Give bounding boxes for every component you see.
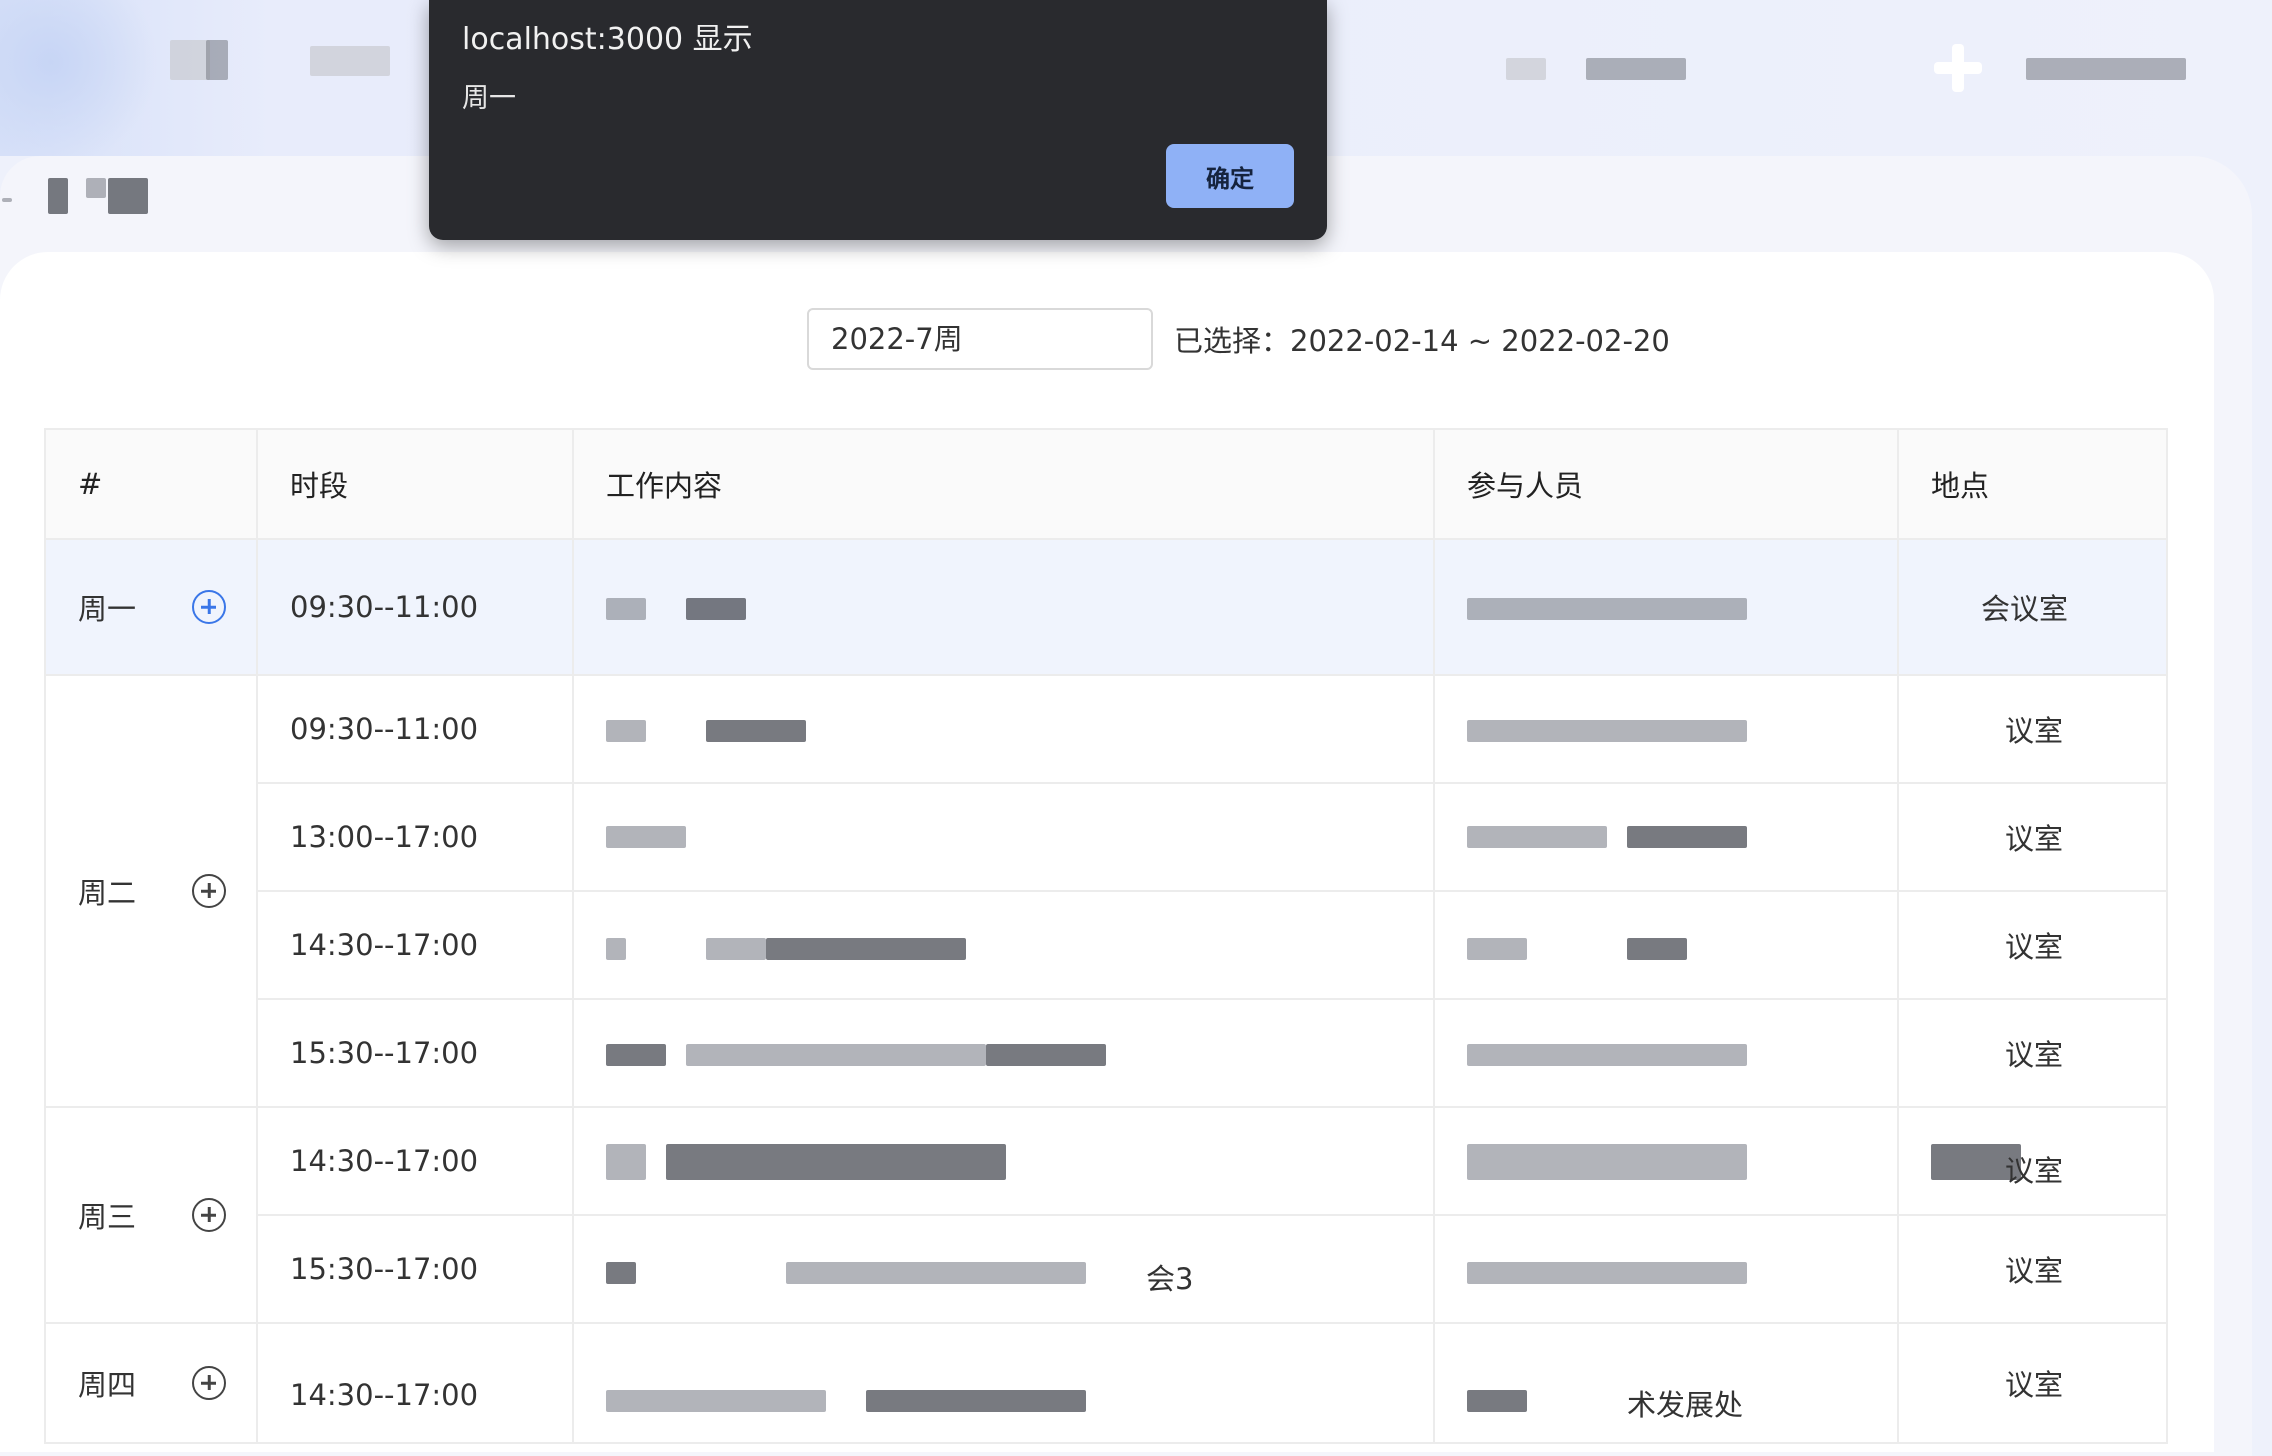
week-picker-input[interactable]: 2022-7周 <box>807 308 1153 370</box>
content-cell <box>572 998 1435 1108</box>
add-circle-icon[interactable] <box>192 1198 226 1232</box>
table-row[interactable]: 15:30--17:00 议室 <box>45 998 2168 1108</box>
location-text: 议室 <box>2005 1368 2064 1402</box>
column-header-content: 工作内容 <box>572 428 1435 540</box>
table-row[interactable]: 周三 14:30--17:00 议室 <box>44 1106 2168 1324</box>
logo-blur <box>170 40 210 80</box>
time-cell: 13:00--17:00 <box>256 782 574 892</box>
day-cell-tue: 周二 <box>44 674 258 1108</box>
table-header-row: # 时段 工作内容 参与人员 地点 <box>44 428 2168 540</box>
content-text: 会3 <box>1146 1262 1194 1296</box>
user-name-blur[interactable] <box>2026 58 2186 80</box>
content-cell: 会3 <box>572 1214 1435 1324</box>
location-text: 议室 <box>2005 930 2064 964</box>
location-text: 议室 <box>2005 822 2064 856</box>
content-cell <box>572 674 1435 784</box>
location-cell: 议室 <box>1897 998 2168 1108</box>
participants-cell <box>1433 998 1899 1108</box>
table-row[interactable]: 周一 09:30--11:00 会议室 <box>44 538 2168 676</box>
day-label: 周二 <box>78 876 137 910</box>
day-label: 周四 <box>78 1368 137 1402</box>
time-cell: 15:30--17:00 <box>256 998 574 1108</box>
header-decoration <box>0 0 170 156</box>
column-header-time: 时段 <box>256 428 574 540</box>
participants-text: 术发展处 <box>1627 1388 1744 1422</box>
ok-button[interactable]: 确定 <box>1166 144 1294 208</box>
schedule-table: # 时段 工作内容 参与人员 地点 周一 09:30--11:00 会议室 周二… <box>44 428 2168 1444</box>
location-text: 议室 <box>2005 1254 2064 1288</box>
location-text: 会议室 <box>1981 592 2069 626</box>
alert-dialog: localhost:3000 显示 周一 确定 <box>429 0 1327 240</box>
nav-blur <box>1506 58 1546 80</box>
dialog-message: 周一 <box>462 83 516 114</box>
add-circle-icon[interactable] <box>192 590 226 624</box>
time-cell: 14:30--17:00 <box>256 1322 574 1444</box>
table-row[interactable]: 15:30--17:00 会3 议室 <box>45 1214 2168 1324</box>
content-cell <box>572 890 1435 1000</box>
content-cell <box>572 782 1435 892</box>
location-cell: 议室 <box>1897 1322 2168 1444</box>
participants-cell <box>1433 782 1899 892</box>
participants-cell <box>1433 674 1899 784</box>
day-label: 周三 <box>78 1200 137 1234</box>
table-row[interactable]: 14:30--17:00 议室 <box>45 890 2168 1000</box>
location-cell: 议室 <box>1897 674 2168 784</box>
location-cell: 议室 <box>1897 1106 2168 1216</box>
content-cell <box>572 538 1435 676</box>
location-cell: 议室 <box>1897 890 2168 1000</box>
dialog-title: localhost:3000 显示 <box>462 22 753 57</box>
location-text: 议室 <box>2005 1038 2064 1072</box>
location-cell: 议室 <box>1897 1214 2168 1324</box>
day-label: 周一 <box>78 592 137 626</box>
selected-range-text: 已选择：2022-02-14 ~ 2022-02-20 <box>1174 324 1670 358</box>
nav-blur <box>1586 58 1686 80</box>
location-cell: 议室 <box>1897 782 2168 892</box>
column-header-location: 地点 <box>1897 428 2168 540</box>
day-cell-mon: 周一 <box>44 538 258 676</box>
participants-cell <box>1433 890 1899 1000</box>
location-text: 议室 <box>2005 1154 2064 1188</box>
table-row[interactable]: 周二 09:30--11:00 议室 <box>44 674 2168 1108</box>
time-cell: 09:30--11:00 <box>256 674 574 784</box>
participants-cell <box>1433 1106 1899 1216</box>
participants-cell <box>1433 538 1899 676</box>
participants-cell <box>1433 1214 1899 1324</box>
time-cell: 15:30--17:00 <box>256 1214 574 1324</box>
participants-cell: 术发展处 <box>1433 1322 1899 1444</box>
content-cell <box>572 1322 1435 1444</box>
day-cell-thu: 周四 <box>44 1322 258 1444</box>
table-row[interactable]: 13:00--17:00 议室 <box>45 782 2168 892</box>
logo-blur <box>206 40 228 80</box>
app-title-blur <box>310 46 390 76</box>
location-cell: 会议室 <box>1897 538 2168 676</box>
day-cell-wed: 周三 <box>44 1106 258 1324</box>
user-plus-icon[interactable] <box>1930 40 1986 96</box>
table-row[interactable]: 周四 14:30--17:00 术发展处 议室 <box>44 1322 2168 1444</box>
time-cell: 14:30--17:00 <box>256 890 574 1000</box>
content-cell <box>572 1106 1435 1216</box>
column-header-index: # <box>44 428 258 540</box>
time-cell: 14:30--17:00 <box>256 1106 574 1216</box>
page-subtitle <box>0 170 200 230</box>
column-header-participants: 参与人员 <box>1433 428 1899 540</box>
add-circle-icon[interactable] <box>192 874 226 908</box>
location-text: 议室 <box>2005 714 2064 748</box>
add-circle-icon[interactable] <box>192 1366 226 1400</box>
time-cell: 09:30--11:00 <box>256 538 574 676</box>
